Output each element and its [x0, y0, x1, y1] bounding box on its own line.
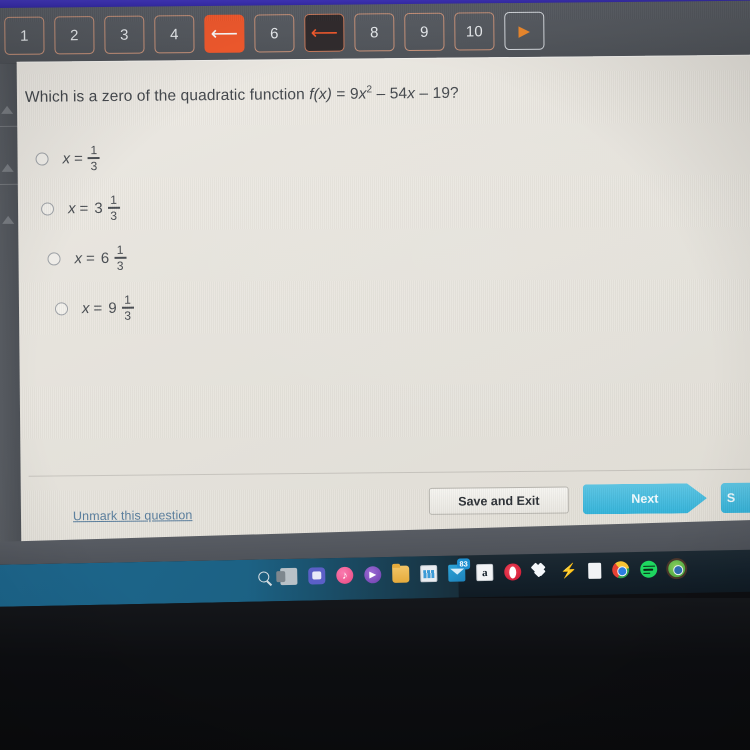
question-nav-next-button[interactable]: ▶: [504, 11, 545, 51]
opera-icon[interactable]: [504, 563, 522, 581]
equation-part-2: – 54: [372, 85, 408, 103]
question-nav-label: 8: [370, 23, 379, 41]
question-prompt-text: Which is a zero of the quadratic functio…: [24, 86, 310, 106]
answer-variable: x: [62, 149, 71, 167]
media-player-icon[interactable]: ▶: [364, 566, 382, 584]
question-nav-label: 3: [120, 26, 129, 44]
function-arg: (x): [313, 85, 333, 104]
chrome-icon[interactable]: [612, 561, 630, 579]
question-nav-item-3[interactable]: 3: [104, 15, 145, 54]
document-icon[interactable]: [588, 562, 602, 579]
bolt-icon-glyph: ⚡: [559, 562, 578, 579]
answer-variable: x: [74, 249, 83, 267]
question-nav-label: 9: [420, 23, 429, 41]
footer-divider: [28, 468, 750, 477]
answer-variable: x: [67, 199, 76, 217]
answer-whole-number: 3: [94, 199, 103, 217]
music-icon[interactable]: ♪: [336, 566, 354, 585]
question-nav-item-1[interactable]: 1: [4, 16, 45, 55]
spotify-icon[interactable]: [640, 560, 658, 578]
question-nav-label: 1: [20, 27, 29, 45]
question-nav-label: 4: [170, 25, 179, 43]
amazon-icon[interactable]: a: [476, 563, 494, 582]
bolt-icon[interactable]: ⚡: [559, 562, 578, 579]
answer-label: x = 3 1 3: [67, 192, 120, 223]
answer-equals: =: [79, 199, 89, 217]
answer-whole-number: 9: [108, 299, 117, 317]
question-nav-item-9[interactable]: 9: [404, 12, 445, 52]
answer-fraction: 13: [121, 292, 134, 323]
radio-button-icon[interactable]: [54, 301, 69, 315]
save-and-exit-button[interactable]: Save and Exit: [428, 486, 569, 515]
screen-photo: 1 2 3 4 ⟵ 6 ⟵ 8 9 10 ▶ Which is a zero of the quad…: [0, 0, 750, 750]
mail-unread-badge: 83: [456, 558, 471, 570]
answer-fraction: 13: [87, 142, 100, 173]
question-navigation-bar: 1 2 3 4 ⟵ 6 ⟵ 8 9 10 ▶: [0, 0, 750, 64]
radio-button-icon[interactable]: [47, 251, 61, 265]
radio-button-icon[interactable]: [40, 201, 55, 216]
unmark-question-link[interactable]: Unmark this question: [73, 508, 193, 523]
question-nav-item-6[interactable]: 6: [254, 14, 295, 53]
answer-variable: x: [81, 299, 90, 317]
triangle-right-icon: ▶: [518, 22, 531, 40]
question-nav-label: 10: [465, 22, 483, 40]
active-app-icon[interactable]: [668, 560, 686, 578]
question-nav-label: 2: [70, 26, 79, 44]
answer-equals: =: [93, 299, 103, 317]
question-nav-item-4[interactable]: 4: [154, 15, 195, 54]
fraction-denominator: 3: [110, 208, 118, 223]
search-icon[interactable]: [258, 571, 270, 583]
question-prompt: Which is a zero of the quadratic functio…: [25, 84, 459, 107]
fraction-numerator: 1: [90, 142, 98, 158]
desk-background: [0, 598, 750, 750]
fraction-numerator: 1: [110, 192, 117, 207]
media-player-icon-glyph: ▶: [369, 569, 377, 580]
answer-equals: =: [73, 149, 83, 167]
windows-start-icon[interactable]: [230, 569, 248, 586]
fraction-denominator: 3: [116, 258, 124, 273]
equation-variable-1: x: [358, 85, 367, 103]
mail-icon[interactable]: 83: [448, 558, 471, 582]
music-icon-glyph: ♪: [341, 569, 348, 582]
answer-option-a[interactable]: x = 1 3: [35, 130, 455, 184]
fraction-denominator: 3: [90, 158, 98, 173]
question-nav-label: 6: [270, 24, 279, 42]
question-number-list: 1 2 3 4 ⟵ 6 ⟵ 8 9 10 ▶: [4, 11, 545, 55]
file-explorer-icon[interactable]: [392, 565, 410, 583]
answer-options-list: x = 1 3 x = 3 1 3 x = 6 1 3 x = 9 1 3: [35, 130, 457, 334]
question-nav-flagged-current[interactable]: ⟵: [204, 14, 245, 53]
question-nav-item-2[interactable]: 2: [54, 16, 95, 55]
quiz-page: Which is a zero of the quadratic functio…: [16, 54, 750, 544]
answer-label: x = 1 3: [62, 142, 100, 173]
answer-option-b[interactable]: x = 3 1 3: [36, 180, 456, 234]
answer-label: x = 9 1 3: [81, 292, 134, 323]
flag-icon: ⟵: [310, 22, 339, 44]
microsoft-store-icon[interactable]: [420, 564, 438, 583]
answer-whole-number: 6: [100, 249, 110, 267]
next-button[interactable]: Next: [583, 483, 707, 514]
task-view-icon[interactable]: [280, 567, 298, 586]
question-nav-item-8[interactable]: 8: [354, 13, 395, 52]
amazon-icon-glyph: a: [481, 566, 488, 579]
equation-part-3: – 19?: [414, 84, 459, 103]
radio-button-icon[interactable]: [35, 151, 49, 166]
answer-option-c[interactable]: x = 6 1 3: [36, 230, 456, 284]
fraction-numerator: 1: [116, 242, 124, 257]
fraction-numerator: 1: [124, 292, 131, 307]
question-nav-flagged[interactable]: ⟵: [304, 13, 345, 53]
equation-part-1: = 9: [331, 85, 359, 103]
question-nav-item-10[interactable]: 10: [454, 12, 495, 51]
answer-fraction: 13: [114, 242, 127, 273]
answer-option-d[interactable]: x = 9 1 3: [37, 280, 457, 334]
dropbox-icon[interactable]: [530, 562, 549, 580]
monitor-screen: 1 2 3 4 ⟵ 6 ⟵ 8 9 10 ▶ Which is a zero of the quad…: [0, 0, 750, 608]
teams-icon[interactable]: [308, 567, 326, 585]
answer-fraction: 13: [107, 192, 120, 223]
submit-button-partial[interactable]: S: [720, 482, 750, 514]
answer-equals: =: [85, 249, 95, 267]
flag-icon: ⟵: [210, 23, 239, 45]
answer-label: x = 6 1 3: [74, 242, 127, 273]
fraction-denominator: 3: [124, 308, 132, 323]
